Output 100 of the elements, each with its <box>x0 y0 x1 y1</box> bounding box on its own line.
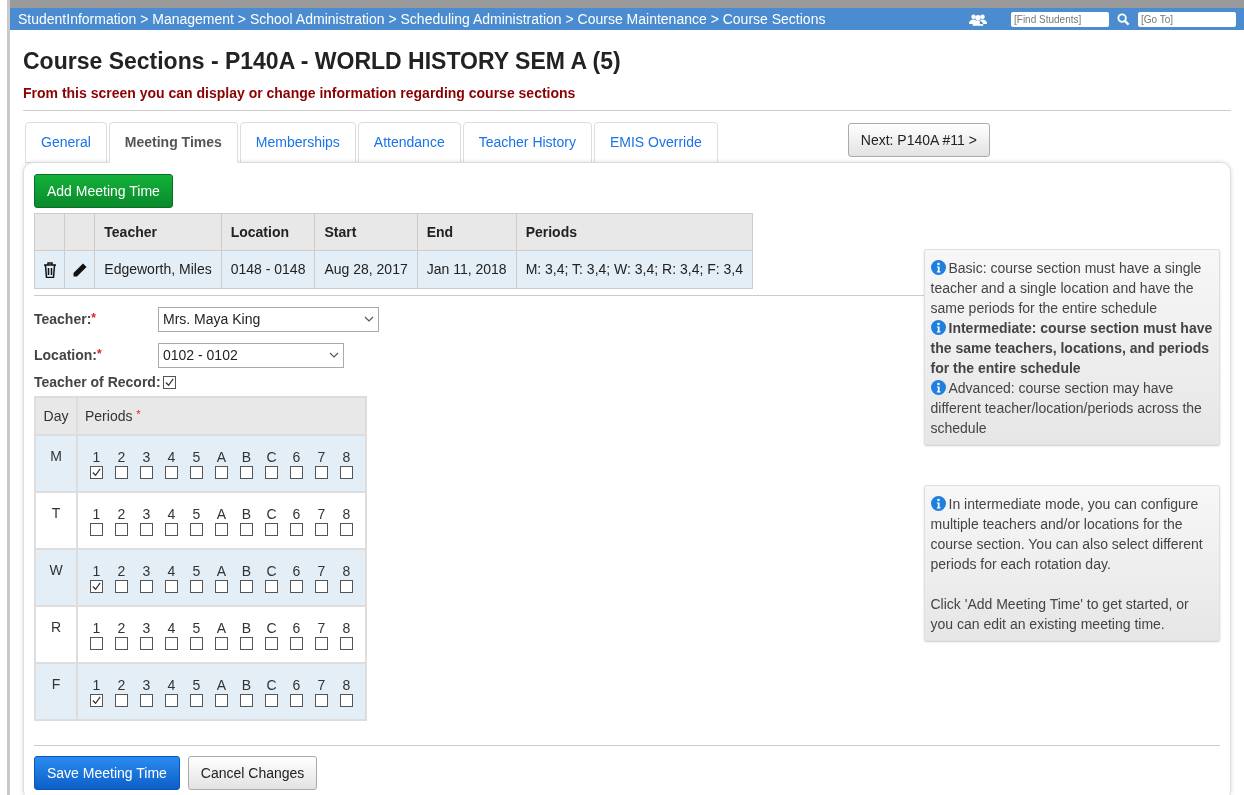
checkbox[interactable] <box>190 579 203 593</box>
checkbox[interactable] <box>115 693 128 707</box>
table-cell: Aug 28, 2017 <box>314 250 418 289</box>
checkbox[interactable] <box>340 522 353 536</box>
checkbox[interactable] <box>290 465 303 479</box>
checkbox[interactable] <box>215 579 228 593</box>
period-label: 8 <box>342 619 351 637</box>
tab[interactable]: Attendance <box>357 122 461 163</box>
period-label: 8 <box>342 676 351 694</box>
period-label: 2 <box>117 676 126 694</box>
checkbox[interactable] <box>315 579 328 593</box>
checkbox[interactable] <box>240 465 253 479</box>
checkbox[interactable] <box>340 465 353 479</box>
checkbox[interactable] <box>140 693 153 707</box>
checkbox[interactable] <box>190 465 203 479</box>
table-cell: Edgeworth, Miles <box>94 250 222 289</box>
checkbox[interactable] <box>90 579 103 593</box>
checkbox[interactable] <box>340 636 353 650</box>
go-to-field[interactable]: [Go To] <box>1138 11 1236 27</box>
field-label: Teacher of Record: <box>34 373 161 392</box>
checkbox[interactable] <box>140 522 153 536</box>
table-cell: M: 3,4; T: 3,4; W: 3,4; R: 3,4; F: 3,4 <box>516 250 753 289</box>
checkbox[interactable] <box>165 636 178 650</box>
info-text: Advanced: course section may have different teacher/location/periods across the schedule <box>930 379 1203 438</box>
period-label: C <box>266 505 277 523</box>
period-label: 6 <box>292 448 301 466</box>
info-icon <box>930 320 946 335</box>
checkbox[interactable] <box>90 522 103 536</box>
checkbox[interactable] <box>165 579 178 593</box>
period-label: 4 <box>167 676 176 694</box>
checkbox[interactable] <box>265 579 278 593</box>
tab[interactable]: Meeting Times <box>108 122 238 163</box>
period-label: 8 <box>342 562 351 580</box>
period-label: 6 <box>292 619 301 637</box>
checkbox[interactable] <box>90 636 103 650</box>
checkbox[interactable] <box>290 636 303 650</box>
save-meeting-time-button[interactable]: Save Meeting Time <box>34 756 180 790</box>
checkbox[interactable] <box>140 465 153 479</box>
period-label: 5 <box>192 448 201 466</box>
cancel-changes-button[interactable]: Cancel Changes <box>187 756 318 790</box>
checkbox[interactable] <box>215 522 228 536</box>
checkbox[interactable] <box>290 579 303 593</box>
checkbox[interactable] <box>265 693 278 707</box>
checkbox[interactable] <box>240 522 253 536</box>
checkbox[interactable] <box>315 636 328 650</box>
period-label: 2 <box>117 562 126 580</box>
checkbox[interactable] <box>315 465 328 479</box>
info-text: In intermediate mode, you can configure multiple teachers and/or locations for the course section. You can also select different periods for each rotation day. <box>930 495 1204 574</box>
checkbox[interactable] <box>315 522 328 536</box>
period-label: 7 <box>317 619 326 637</box>
checkbox[interactable] <box>190 693 203 707</box>
checkbox[interactable] <box>215 693 228 707</box>
column-header: Day <box>35 397 77 435</box>
period-label: 2 <box>117 619 126 637</box>
tab[interactable]: General <box>25 122 107 163</box>
checkbox[interactable] <box>215 636 228 650</box>
checkbox[interactable] <box>190 636 203 650</box>
checkbox[interactable] <box>115 636 128 650</box>
checkbox[interactable] <box>290 693 303 707</box>
period-label: 2 <box>117 505 126 523</box>
checkbox[interactable] <box>265 522 278 536</box>
checkbox[interactable] <box>340 579 353 593</box>
checkbox[interactable] <box>162 376 176 389</box>
period-label: 1 <box>92 562 101 580</box>
checkbox[interactable] <box>115 579 128 593</box>
tab[interactable]: Memberships <box>239 122 356 163</box>
checkbox[interactable] <box>190 522 203 536</box>
field-label: Location:* <box>34 345 103 365</box>
checkbox[interactable] <box>140 636 153 650</box>
next-button[interactable]: Next: P140A #11 > <box>847 123 990 157</box>
checkbox[interactable] <box>290 522 303 536</box>
checkbox[interactable] <box>115 465 128 479</box>
checkbox[interactable] <box>240 636 253 650</box>
tab[interactable]: EMIS Override <box>593 122 718 163</box>
teacher-select[interactable]: Mrs. Maya King <box>158 306 379 332</box>
checkbox[interactable] <box>340 693 353 707</box>
checkbox[interactable] <box>240 693 253 707</box>
tab[interactable]: Teacher History <box>462 122 592 163</box>
checkbox[interactable] <box>240 579 253 593</box>
period-label: 7 <box>317 562 326 580</box>
checkbox[interactable] <box>115 522 128 536</box>
checkbox[interactable] <box>165 465 178 479</box>
search-icon[interactable] <box>1117 12 1130 26</box>
checkbox[interactable] <box>165 693 178 707</box>
add-meeting-time-button[interactable]: Add Meeting Time <box>34 174 173 208</box>
checkbox[interactable] <box>215 465 228 479</box>
pencil-icon[interactable] <box>71 262 88 279</box>
location-select[interactable]: 0102 - 0102 <box>158 342 344 368</box>
trash-icon[interactable] <box>42 262 57 279</box>
checkbox[interactable] <box>265 636 278 650</box>
people-icon[interactable] <box>969 12 987 26</box>
checkbox[interactable] <box>90 465 103 479</box>
checkbox[interactable] <box>165 522 178 536</box>
checkbox[interactable] <box>140 579 153 593</box>
checkbox[interactable] <box>315 693 328 707</box>
period-label: 1 <box>92 619 101 637</box>
checkbox[interactable] <box>90 693 103 707</box>
info-icon <box>930 496 946 511</box>
checkbox[interactable] <box>265 465 278 479</box>
find-students-field[interactable]: [Find Students] <box>1011 11 1109 27</box>
